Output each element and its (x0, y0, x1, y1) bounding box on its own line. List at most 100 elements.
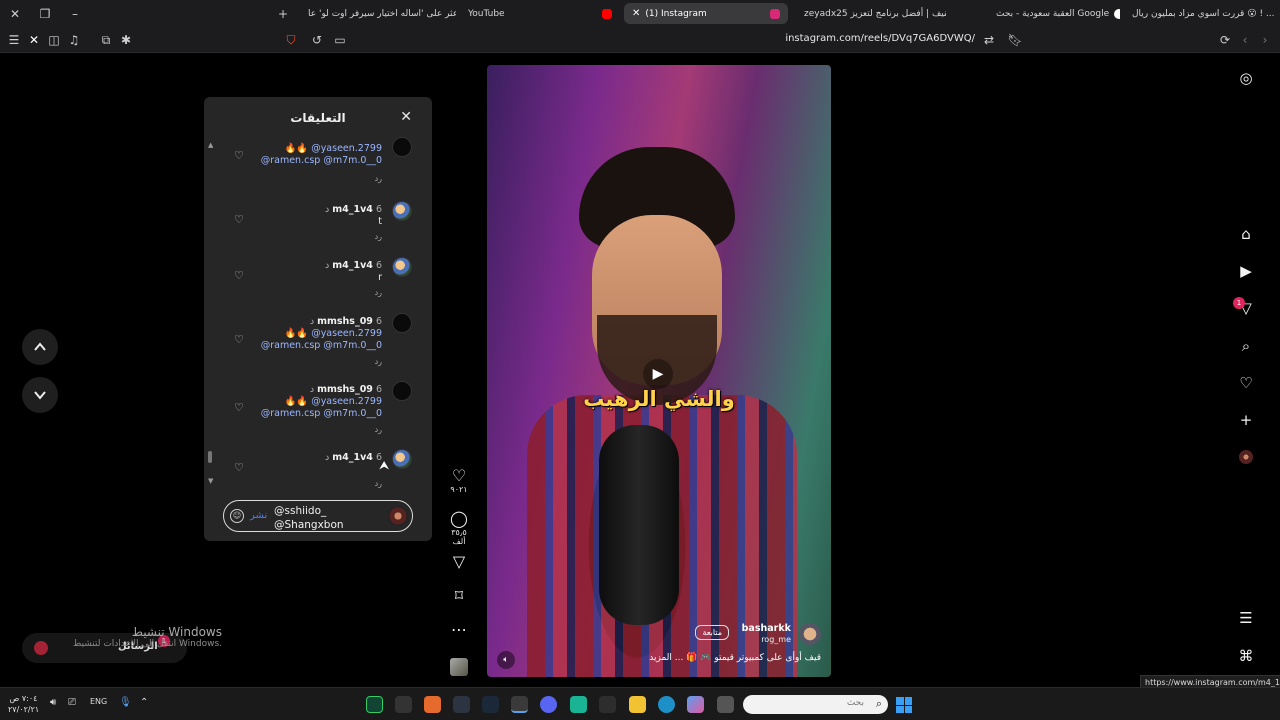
reload-page-icon[interactable]: ⟳ (1217, 32, 1233, 48)
comment-username[interactable]: m4_1v4 6 د (325, 260, 382, 271)
close-tab-icon[interactable]: ✕ (632, 8, 640, 19)
audio-thumbnail[interactable] (450, 658, 468, 676)
music-icon[interactable]: ♫ (66, 32, 82, 48)
copilot-icon[interactable] (687, 696, 704, 713)
more-menu-icon[interactable]: ☰ (1236, 608, 1256, 628)
instagram-icon[interactable]: ◎ (1236, 68, 1256, 88)
save-button[interactable]: ⌑ (446, 587, 472, 605)
mention-link[interactable]: @ramen.csp @m7m.0__0 (261, 155, 382, 166)
mention-link[interactable]: @ramen.csp @m7m.0__0 (261, 340, 382, 351)
reply-button[interactable]: رد (375, 357, 382, 366)
share-button[interactable]: ▽ (446, 553, 472, 571)
tab-2[interactable]: العقبة سعودية - بحث Google (988, 3, 1120, 24)
network-icon[interactable]: ⎚ (68, 697, 76, 708)
comment-input[interactable]: ☺ نشر @sshiido_ @Shangxbon (223, 500, 413, 532)
mute-icon[interactable]: 🔈︎ (497, 651, 515, 669)
close-comments-icon[interactable]: ✕ (400, 109, 412, 125)
avatar[interactable] (392, 313, 412, 333)
play-icon[interactable]: ▶ (643, 359, 673, 389)
tab-1[interactable]: قررت اسوي مزاد بمليون ريال 😮 ! ... (1124, 3, 1280, 24)
volume-icon[interactable]: 🔊︎ (50, 697, 56, 708)
reply-button[interactable]: رد (375, 174, 382, 183)
restore-window-icon[interactable]: ❐ (30, 0, 60, 27)
steam-icon[interactable] (482, 696, 499, 713)
minimize-window-icon[interactable]: – (60, 0, 90, 27)
bookmark-icon[interactable]: 🔖︎ (1007, 32, 1023, 48)
like-comment-icon[interactable]: ♡ (234, 149, 244, 162)
reply-button[interactable]: رد (375, 288, 382, 297)
avatar[interactable] (392, 449, 412, 469)
comment-input-text[interactable]: @sshiido_ @Shangxbon (274, 504, 344, 532)
app-icon[interactable] (570, 696, 587, 713)
new-tab-icon[interactable]: + (268, 0, 298, 27)
like-comment-icon[interactable]: ♡ (234, 333, 244, 346)
previous-reel-button[interactable] (22, 329, 58, 365)
reply-button[interactable]: رد (375, 479, 382, 488)
post-button[interactable]: نشر (250, 510, 267, 521)
like-button[interactable]: ♡ ٩٠٢١ (446, 467, 472, 495)
brave-shield-icon[interactable]: ⛉ (283, 32, 299, 48)
avatar[interactable] (392, 381, 412, 401)
reply-button[interactable]: رد (375, 232, 382, 241)
windows-start-icon[interactable] (896, 697, 912, 713)
mention-link[interactable]: @yaseen.2799 (311, 143, 382, 154)
author-avatar[interactable] (799, 623, 821, 645)
avatar[interactable] (392, 201, 412, 221)
notifications-icon[interactable]: ♡ (1236, 373, 1256, 393)
close-window-icon[interactable]: ✕ (0, 0, 30, 27)
back-icon[interactable]: ‹ (1237, 32, 1253, 48)
edge-icon[interactable] (658, 696, 675, 713)
home-icon[interactable]: ⌂ (1236, 224, 1256, 244)
reel-video[interactable]: ▶ والشي الرهيب basharkk rog_me متابعة قي… (487, 65, 831, 677)
taskbar-search[interactable]: بحث ⌕ (743, 695, 888, 714)
mention-link[interactable]: @yaseen.2799 (311, 396, 382, 407)
app-icon[interactable] (395, 696, 412, 713)
profile-avatar[interactable] (1236, 447, 1256, 467)
address-bar[interactable]: instagram.com/reels/DVq7GA6DVWQ/ (700, 33, 975, 44)
tab-instagram[interactable]: ✕ (1) Instagram (624, 3, 788, 24)
create-icon[interactable]: + (1236, 410, 1256, 430)
comment-username[interactable]: mmshs_09 6 د (310, 316, 382, 327)
app-icon[interactable] (453, 696, 470, 713)
share-icon[interactable]: ⇄ (981, 32, 997, 48)
comment-button[interactable]: ◯ ٣٥٫٥ ألف (446, 510, 472, 547)
keyboard-language[interactable]: ENG (90, 697, 107, 706)
discord-icon[interactable] (540, 696, 557, 713)
file-explorer-icon[interactable] (629, 696, 646, 713)
like-comment-icon[interactable]: ♡ (234, 269, 244, 282)
reels-icon[interactable]: ▶ (1236, 261, 1256, 281)
forward-icon[interactable]: › (1257, 32, 1273, 48)
close-icon[interactable]: ✕ (26, 32, 42, 48)
settings-icon[interactable] (599, 696, 616, 713)
avatar[interactable] (392, 257, 412, 277)
reply-button[interactable]: رد (375, 425, 382, 434)
sidebar-icon[interactable]: ◫ (46, 32, 62, 48)
author-username[interactable]: basharkk (742, 623, 791, 634)
apps-icon[interactable]: ⌘ (1236, 646, 1256, 666)
follow-button[interactable]: متابعة (695, 625, 729, 640)
terminal-app-icon[interactable] (366, 696, 383, 713)
extensions-icon[interactable]: ✱ (118, 32, 134, 48)
like-comment-icon[interactable]: ♡ (234, 401, 244, 414)
next-reel-button[interactable] (22, 377, 58, 413)
screenshot-icon[interactable]: ⧉ (98, 32, 114, 48)
comment-username[interactable]: m4_1v4 6 د (325, 204, 382, 215)
tab-3[interactable]: zeyadx25 تصنيف | أفضل برنامج لتعزيز (796, 3, 946, 24)
system-clock[interactable]: ٧:٠٤ ص ٢٧/٠٢/٢١ (8, 693, 39, 715)
mention-link[interactable]: @yaseen.2799 (311, 328, 382, 339)
tab-youtube[interactable]: YouTube (460, 3, 620, 24)
brave-app-icon[interactable] (511, 696, 528, 713)
emoji-icon[interactable]: ☺ (230, 509, 244, 523)
like-comment-icon[interactable]: ♡ (234, 213, 244, 226)
comment-username[interactable]: mmshs_09 6 د (310, 384, 382, 395)
tray-chevron-icon[interactable]: ⌃ (140, 697, 148, 708)
tab-6[interactable]: اعثر على 'اساله اختيار سيرفر اوت لو' عا.… (300, 3, 456, 24)
comment-username[interactable]: m4_1v4 6 د (325, 452, 382, 463)
like-comment-icon[interactable]: ♡ (234, 461, 244, 474)
mention-link[interactable]: @ramen.csp @m7m.0__0 (261, 408, 382, 419)
task-view-icon[interactable] (717, 696, 734, 713)
avatar[interactable] (392, 137, 412, 157)
microphone-icon[interactable]: 🎙︎ (119, 697, 132, 708)
reel-description[interactable]: قيف أوأى على كمبيوتر قيمتو 🎮 🎁 ... المزي… (649, 653, 821, 663)
office-app-icon[interactable] (424, 696, 441, 713)
